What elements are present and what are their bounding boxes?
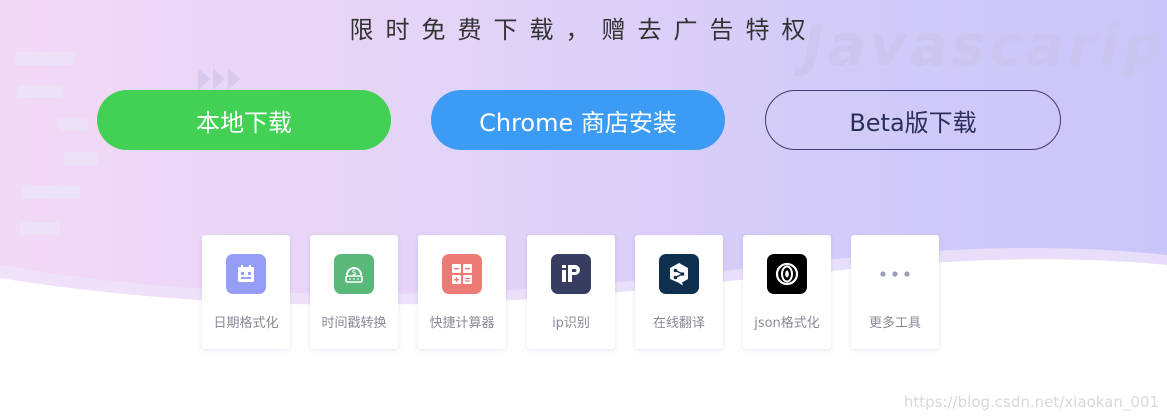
promo-headline: 限时免费下载，赠去广告特权 (349, 16, 818, 44)
beta-download-button[interactable]: Beta版下载 (765, 90, 1061, 150)
watermark-url: https://blog.csdn.net/xiaokan_001 (903, 393, 1159, 411)
tool-card-translate[interactable]: 在线翻译 (635, 235, 723, 349)
calculator-icon (442, 254, 482, 294)
tool-card-calculator[interactable]: 快捷计算器 (418, 235, 506, 349)
tool-label: 时间戳转换 (321, 316, 387, 331)
tool-card-more[interactable]: 更多工具 (851, 235, 939, 349)
ip-icon (551, 254, 591, 294)
tool-card-date-format[interactable]: 日期格式化 (202, 235, 290, 349)
calendar-icon (226, 254, 266, 294)
wave-shape (0, 247, 1167, 419)
tool-card-json[interactable]: json格式化 (743, 235, 831, 349)
tool-label: 在线翻译 (652, 316, 705, 331)
translate-icon (659, 254, 699, 294)
tool-label: ip识别 (552, 316, 590, 331)
tool-card-ip[interactable]: ip识别 (527, 235, 615, 349)
more-dots-icon (875, 254, 915, 294)
hero-banner: Javascarip 限时免费下载，赠去广告特权 本地下载 Chrome 商店安… (0, 0, 1167, 419)
tool-label: 更多工具 (868, 316, 921, 331)
tool-label: json格式化 (754, 316, 820, 331)
json-icon (767, 254, 807, 294)
tool-label: 快捷计算器 (429, 316, 495, 331)
timestamp-icon: $ (334, 254, 374, 294)
tool-card-timestamp[interactable]: $ 时间戳转换 (310, 235, 398, 349)
tool-label: 日期格式化 (213, 316, 279, 331)
chrome-store-install-button[interactable]: Chrome 商店安装 (431, 90, 725, 150)
local-download-button[interactable]: 本地下载 (97, 90, 391, 150)
